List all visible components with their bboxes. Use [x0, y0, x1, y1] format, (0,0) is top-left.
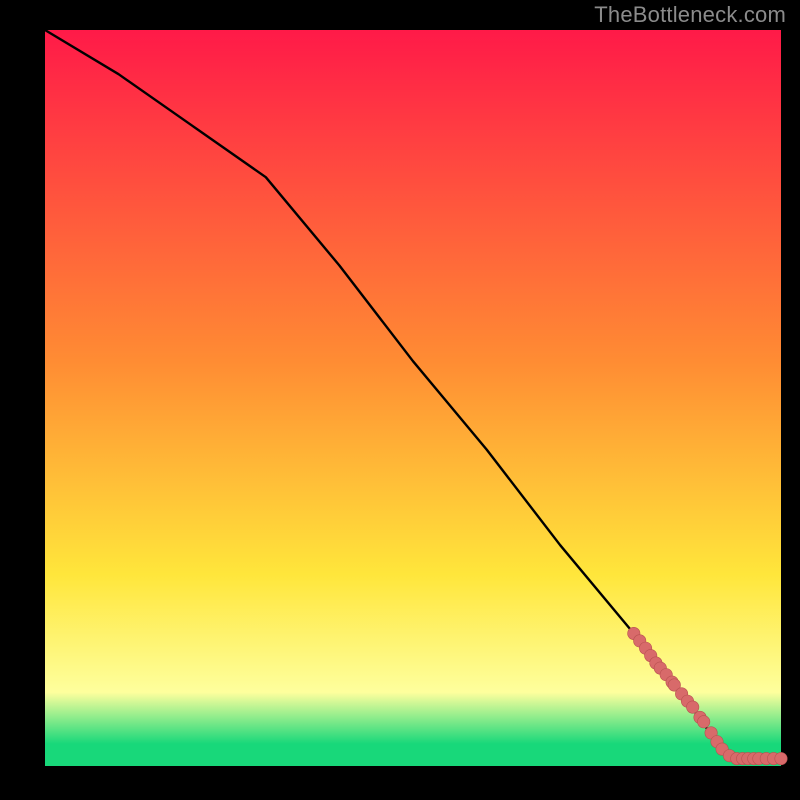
bottleneck-chart [0, 0, 800, 800]
scatter-point [775, 752, 787, 764]
chart-stage: TheBottleneck.com [0, 0, 800, 800]
scatter-point [687, 701, 699, 713]
scatter-point [698, 716, 710, 728]
plot-background [45, 30, 781, 766]
